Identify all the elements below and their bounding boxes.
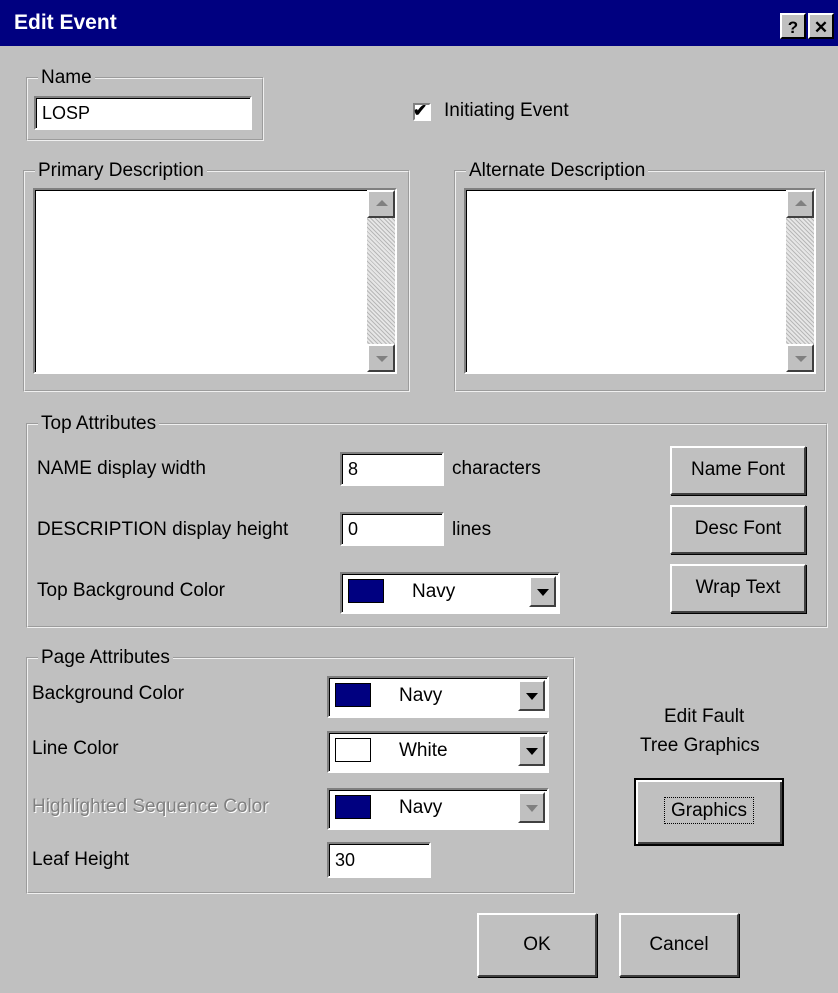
- scroll-up-icon: [376, 200, 388, 206]
- desc-height-unit: lines: [452, 519, 492, 540]
- chevron-down-icon: [537, 589, 549, 596]
- name-input[interactable]: [34, 96, 252, 130]
- color-swatch: [335, 683, 371, 707]
- highlight-color-value: Navy: [399, 797, 443, 818]
- page-bg-color-value: Navy: [399, 685, 443, 706]
- color-swatch: [348, 579, 384, 603]
- highlight-color-label: Highlighted Sequence Color: [32, 796, 269, 817]
- page-bg-color-select[interactable]: Navy: [327, 676, 549, 718]
- page-bg-color-label: Background Color: [32, 683, 185, 704]
- scroll-down-button[interactable]: [367, 344, 395, 372]
- graphics-caption-line2: Tree Graphics: [640, 735, 760, 756]
- scroll-down-icon: [376, 356, 388, 362]
- primary-description-textarea[interactable]: [33, 188, 397, 374]
- leaf-height-label: Leaf Height: [32, 849, 130, 870]
- scroll-up-icon: [795, 200, 807, 206]
- initiating-event-label: Initiating Event: [444, 100, 569, 121]
- dropdown-button[interactable]: [518, 735, 545, 766]
- desc-font-button[interactable]: Desc Font: [670, 505, 806, 554]
- top-bg-color-select[interactable]: Navy: [340, 572, 560, 614]
- top-attributes-label: Top Attributes: [38, 413, 160, 435]
- alternate-description-label: Alternate Description: [466, 160, 649, 182]
- line-color-label: Line Color: [32, 738, 119, 759]
- ok-button[interactable]: OK: [477, 913, 597, 977]
- leaf-height-input[interactable]: [327, 842, 431, 878]
- help-button[interactable]: ?: [780, 13, 806, 39]
- name-width-input[interactable]: [340, 452, 444, 486]
- title-bar: Edit Event ? ✕: [0, 0, 838, 46]
- graphics-caption-line1: Edit Fault: [664, 706, 745, 727]
- graphics-button-label: Graphics: [663, 797, 755, 824]
- chevron-down-icon: [526, 693, 538, 700]
- scroll-up-button[interactable]: [786, 190, 814, 218]
- name-group-label: Name: [38, 67, 95, 89]
- wrap-text-button[interactable]: Wrap Text: [670, 564, 806, 613]
- scroll-down-button[interactable]: [786, 344, 814, 372]
- close-button[interactable]: ✕: [808, 13, 834, 39]
- page-attributes-label: Page Attributes: [38, 647, 173, 669]
- alternate-description-textarea[interactable]: [464, 188, 816, 374]
- scroll-up-button[interactable]: [367, 190, 395, 218]
- scroll-down-icon: [795, 356, 807, 362]
- primary-description-label: Primary Description: [35, 160, 207, 182]
- line-color-value: White: [399, 740, 448, 761]
- top-bg-color-label: Top Background Color: [37, 580, 225, 601]
- color-swatch: [335, 738, 371, 762]
- window-title: Edit Event: [14, 11, 117, 34]
- chevron-down-icon: [526, 805, 538, 812]
- dropdown-button: [518, 792, 545, 823]
- top-bg-color-value: Navy: [412, 581, 456, 602]
- highlight-color-select: Navy: [327, 788, 549, 830]
- initiating-event-checkbox[interactable]: ✔: [413, 101, 431, 121]
- checkmark-icon: ✔: [413, 101, 428, 120]
- line-color-select[interactable]: White: [327, 731, 549, 773]
- desc-height-label: DESCRIPTION display height: [37, 519, 289, 540]
- name-font-button[interactable]: Name Font: [670, 446, 806, 495]
- color-swatch: [335, 795, 371, 819]
- desc-height-input[interactable]: [340, 512, 444, 546]
- dropdown-button[interactable]: [518, 680, 545, 711]
- name-width-label: NAME display width: [37, 458, 206, 479]
- dropdown-button[interactable]: [529, 576, 556, 607]
- cancel-button[interactable]: Cancel: [619, 913, 739, 977]
- chevron-down-icon: [526, 748, 538, 755]
- graphics-button[interactable]: Graphics: [634, 778, 784, 846]
- primary-description-scrollbar[interactable]: [367, 190, 395, 372]
- alternate-description-scrollbar[interactable]: [786, 190, 814, 372]
- name-width-unit: characters: [452, 458, 541, 479]
